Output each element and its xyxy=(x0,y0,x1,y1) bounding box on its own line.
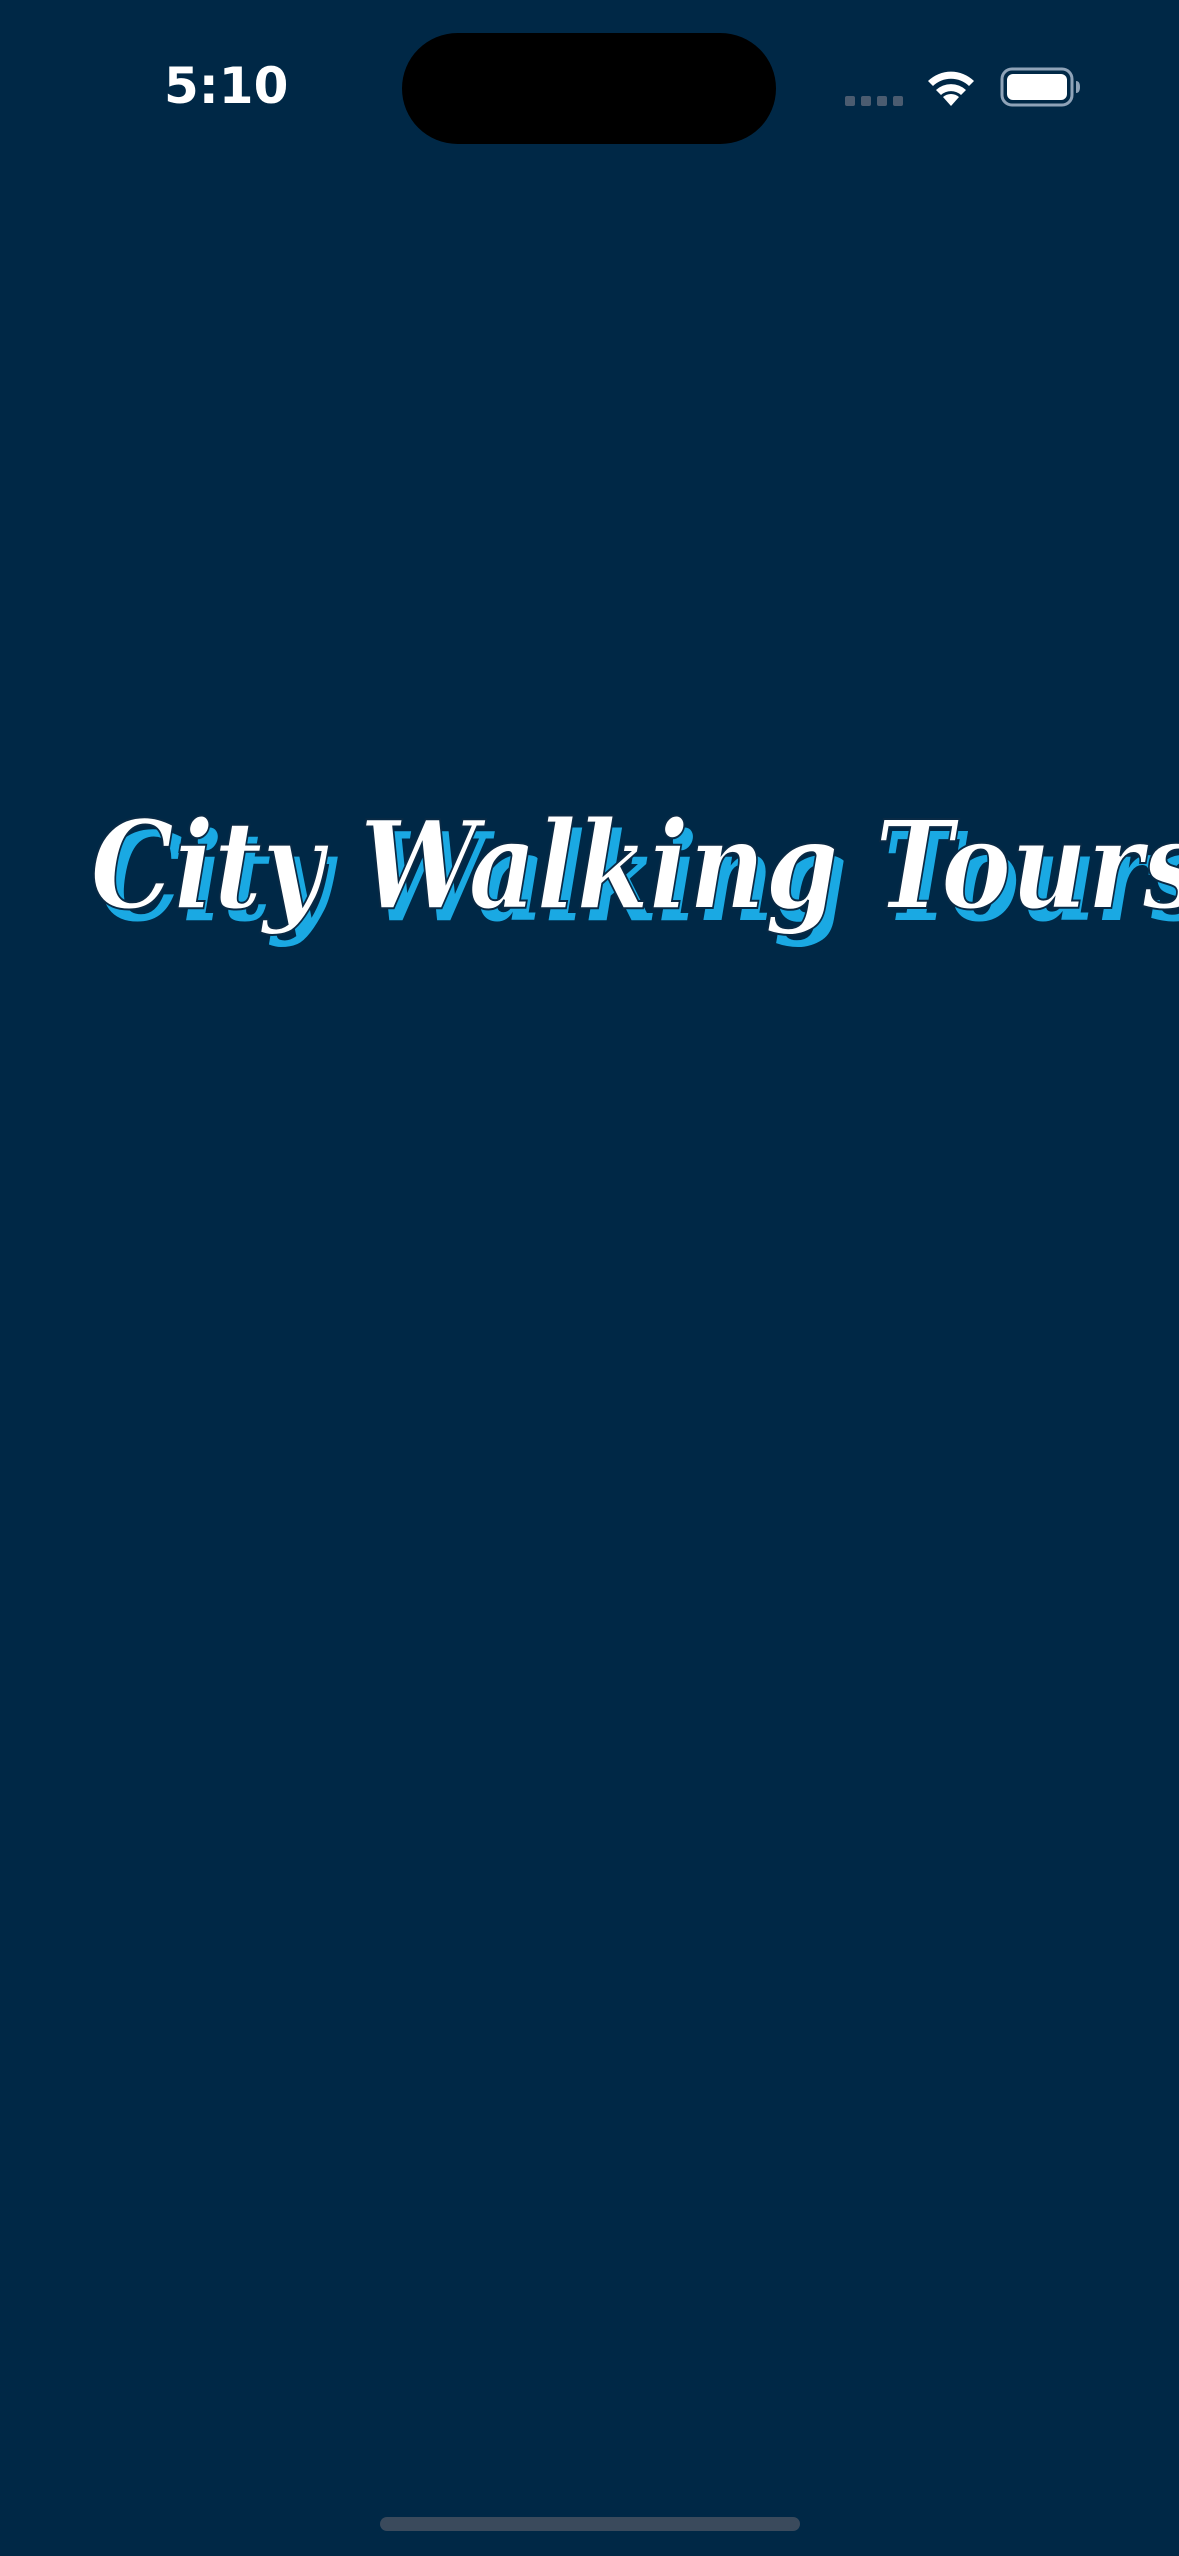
status-time: 5:10 xyxy=(164,57,289,115)
status-bar: 5:10 xyxy=(0,0,1179,180)
dynamic-island xyxy=(402,33,776,144)
splash-title-container: City Walking Tours xyxy=(0,790,1179,970)
wifi-icon xyxy=(928,71,974,106)
home-indicator[interactable] xyxy=(380,2517,800,2531)
cellular-signal-icon xyxy=(845,96,905,106)
app-title: City Walking Tours xyxy=(90,792,1179,938)
battery-icon xyxy=(1000,67,1080,107)
